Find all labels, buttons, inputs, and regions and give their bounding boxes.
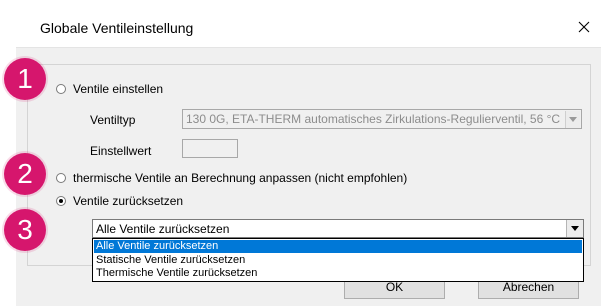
radio-ventile-einstellen[interactable] — [56, 84, 66, 94]
einstellwert-input[interactable] — [182, 139, 238, 158]
reset-mode-combobox[interactable]: Alle Ventile zurücksetzen — [92, 219, 584, 238]
radio-thermische-ventile[interactable] — [56, 173, 66, 183]
dialog-window: Globale Ventileinstellung Ventile einste… — [16, 7, 601, 306]
step-badge-2: 2 — [4, 153, 46, 195]
reset-mode-dropdown-list: Alle Ventile zurücksetzen Statische Vent… — [92, 238, 584, 282]
dialog-title: Globale Ventileinstellung — [40, 20, 194, 36]
step-badge-1: 1 — [4, 58, 46, 100]
title-bar: Globale Ventileinstellung — [16, 7, 601, 48]
dropdown-option-statische[interactable]: Statische Ventile zurücksetzen — [94, 254, 582, 267]
ventiltyp-select[interactable]: 130 0G, ETA-THERM automatisches Zirkulat… — [182, 109, 582, 129]
dropdown-option-alle[interactable]: Alle Ventile zurücksetzen — [94, 240, 582, 253]
close-icon — [578, 21, 590, 33]
label-ventile-zuruecksetzen: Ventile zurücksetzen — [73, 194, 184, 208]
step-badge-3: 3 — [4, 209, 46, 251]
label-ventiltyp: Ventiltyp — [90, 113, 136, 127]
close-button[interactable] — [567, 7, 601, 47]
label-ventile-einstellen: Ventile einstellen — [73, 82, 164, 96]
dropdown-option-thermische[interactable]: Thermische Ventile zurücksetzen — [94, 267, 582, 280]
label-thermische-ventile: thermische Ventile an Berechnung anpasse… — [73, 171, 408, 185]
ventiltyp-value: 130 0G, ETA-THERM automatisches Zirkulat… — [186, 112, 561, 126]
ventiltyp-dropdown-icon — [565, 111, 580, 128]
radio-ventile-zuruecksetzen[interactable] — [56, 196, 66, 206]
combo-selected-value: Alle Ventile zurücksetzen — [96, 222, 230, 236]
label-einstellwert: Einstellwert — [90, 144, 152, 158]
chevron-down-icon[interactable] — [566, 220, 583, 237]
